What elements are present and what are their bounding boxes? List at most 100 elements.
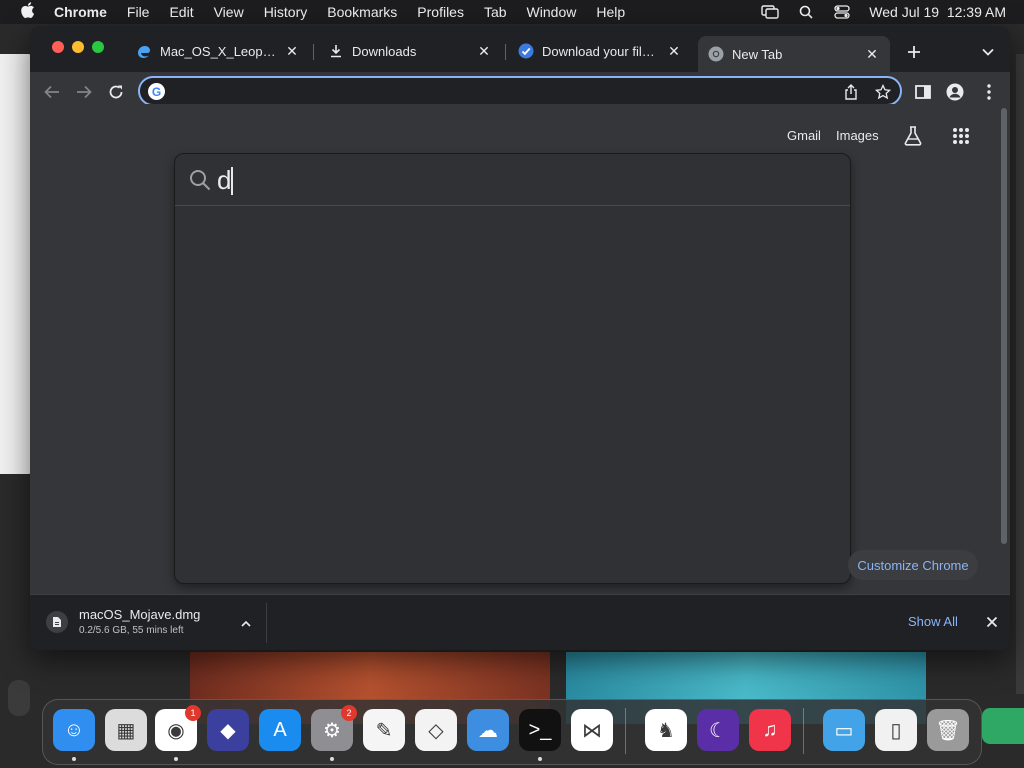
- dock: ☺ ▦ ◉ 1 ◆ A ⚙ 2 ✎ ◇ ☁ >_ ⋈ ♞ ☾ ♫ ▭ ▯ 🗑: [42, 699, 982, 765]
- chrome-icon[interactable]: ◉ 1: [155, 705, 201, 751]
- trash-icon[interactable]: 🗑: [927, 709, 969, 751]
- tab-separator: [313, 44, 314, 60]
- weather-icon[interactable]: ☁: [467, 709, 509, 751]
- tab-search-chevron-icon[interactable]: [978, 40, 998, 64]
- menu-tab[interactable]: Tab: [484, 4, 507, 20]
- running-indicator: [72, 757, 76, 761]
- customize-chrome-button[interactable]: Customize Chrome: [848, 550, 978, 580]
- shortcuts-icon[interactable]: ◆: [207, 709, 249, 751]
- back-arrow-icon[interactable]: [40, 80, 64, 104]
- search-query-text[interactable]: d: [217, 165, 231, 196]
- search-suggestions-dropdown: d: [174, 153, 851, 584]
- spotlight-search-icon[interactable]: [797, 5, 815, 19]
- finder-icon[interactable]: ☺: [53, 709, 95, 751]
- tab-title: New Tab: [732, 46, 783, 62]
- chrome-icon: [708, 46, 724, 62]
- menu-bookmarks[interactable]: Bookmarks: [327, 4, 397, 20]
- side-panel-icon[interactable]: [912, 80, 934, 104]
- tab-download-file[interactable]: Download your file now ✕: [508, 36, 692, 66]
- show-all-button[interactable]: Show All: [908, 614, 958, 629]
- tab-separator: [505, 44, 506, 60]
- menu-view[interactable]: View: [214, 4, 244, 20]
- tab-close-icon[interactable]: ✕: [666, 43, 682, 59]
- brave-icon[interactable]: ♞: [645, 709, 687, 751]
- reload-icon[interactable]: [104, 80, 128, 104]
- chrome-window: Mac_OS_X_Leopard_ ✕ Downloads ✕ Download…: [30, 26, 1010, 650]
- tab-downloads[interactable]: Downloads ✕: [318, 36, 502, 66]
- menu-file[interactable]: File: [127, 4, 150, 20]
- zoom-window-button[interactable]: [92, 41, 104, 53]
- tab-close-icon[interactable]: ✕: [864, 46, 880, 62]
- background-app-edge-green: [982, 708, 1024, 744]
- folder-icon[interactable]: ▭: [823, 709, 865, 751]
- dock-separator: [625, 708, 626, 754]
- scrollbar-thumb[interactable]: [1001, 108, 1007, 544]
- menu-profiles[interactable]: Profiles: [417, 4, 464, 20]
- notification-badge: 2: [341, 705, 357, 721]
- background-window: [0, 54, 34, 474]
- menu-window[interactable]: Window: [527, 4, 577, 20]
- notification-badge: 1: [185, 705, 201, 721]
- menu-app-name[interactable]: Chrome: [54, 4, 107, 20]
- system-settings-icon[interactable]: ⚙ 2: [311, 705, 357, 751]
- address-bar[interactable]: G: [138, 76, 902, 106]
- launchpad-icon[interactable]: ▦: [105, 709, 147, 751]
- tab-strip: Mac_OS_X_Leopard_ ✕ Downloads ✕ Download…: [30, 26, 1010, 72]
- text-caret: [231, 167, 233, 195]
- tab-close-icon[interactable]: ✕: [476, 43, 492, 59]
- download-item[interactable]: macOS_Mojave.dmg 0.2/5.6 GB, 55 mins lef…: [44, 605, 268, 641]
- images-link[interactable]: Images: [836, 128, 879, 143]
- screen-mirroring-icon[interactable]: [761, 5, 779, 19]
- new-tab-plus-icon[interactable]: [902, 40, 926, 64]
- control-center-icon[interactable]: [833, 5, 851, 19]
- menu-history[interactable]: History: [264, 4, 308, 20]
- window-controls: [52, 41, 104, 53]
- google-g-icon: G: [148, 83, 165, 100]
- bookmark-star-icon[interactable]: [874, 83, 892, 101]
- tab-title: Mac_OS_X_Leopard_: [160, 43, 278, 59]
- close-window-button[interactable]: [52, 41, 64, 53]
- google-apps-grid-icon[interactable]: [949, 124, 973, 148]
- page-scrollbar[interactable]: [1000, 104, 1008, 584]
- nightshade-icon[interactable]: ☾: [697, 709, 739, 751]
- dock-separator: [803, 708, 804, 754]
- download-shelf: macOS_Mojave.dmg 0.2/5.6 GB, 55 mins lef…: [30, 594, 1010, 650]
- vscode-icon[interactable]: ⋈: [571, 709, 613, 751]
- download-icon: [328, 43, 344, 59]
- download-file-name: macOS_Mojave.dmg: [79, 607, 201, 622]
- close-icon[interactable]: [982, 612, 1002, 632]
- download-divider: [266, 603, 267, 643]
- profile-avatar-icon[interactable]: [944, 80, 966, 104]
- apple-menu-icon[interactable]: [18, 1, 38, 23]
- ntp-search-box[interactable]: d: [175, 154, 850, 206]
- terminal-icon[interactable]: >_: [519, 709, 561, 751]
- tab-title: Downloads: [352, 43, 417, 59]
- minimize-window-button[interactable]: [72, 41, 84, 53]
- share-icon[interactable]: [842, 83, 860, 101]
- background-app-edge: [8, 680, 30, 716]
- kebab-menu-icon[interactable]: [978, 80, 1000, 104]
- running-indicator: [330, 757, 334, 761]
- textedit-icon[interactable]: ✎: [363, 709, 405, 751]
- tab-leopard[interactable]: Mac_OS_X_Leopard_ ✕: [126, 36, 310, 66]
- document-icon[interactable]: ▯: [875, 709, 917, 751]
- edge-icon: [136, 43, 152, 59]
- music-icon[interactable]: ♫: [749, 709, 791, 751]
- menubar-clock[interactable]: Wed Jul 19 12:39 AM: [869, 4, 1006, 20]
- tab-close-icon[interactable]: ✕: [284, 43, 300, 59]
- menu-bar: Chrome File Edit View History Bookmarks …: [0, 0, 1024, 24]
- gmail-link[interactable]: Gmail: [787, 128, 821, 143]
- download-status: 0.2/5.6 GB, 55 mins left: [79, 625, 184, 636]
- check-icon: [518, 43, 534, 59]
- running-indicator: [174, 757, 178, 761]
- app-store-icon[interactable]: A: [259, 709, 301, 751]
- address-input[interactable]: [174, 82, 824, 102]
- labs-flask-icon[interactable]: [901, 124, 925, 148]
- tab-new-tab[interactable]: New Tab ✕: [698, 36, 890, 72]
- menu-edit[interactable]: Edit: [169, 4, 193, 20]
- menu-help[interactable]: Help: [596, 4, 625, 20]
- new-tab-page: Gmail Images d Customize Chrome: [30, 104, 1010, 594]
- forward-arrow-icon[interactable]: [72, 80, 96, 104]
- visual-studio-icon[interactable]: ◇: [415, 709, 457, 751]
- chevron-up-icon[interactable]: [238, 615, 254, 631]
